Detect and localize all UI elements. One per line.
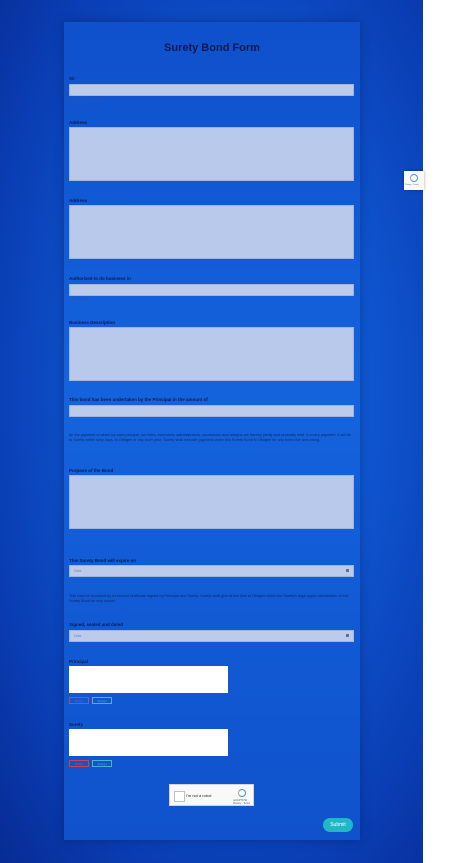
renewal-paragraph: This may be accepted by a renewal certif… (69, 594, 349, 603)
field-label-business-description: Business Description (69, 320, 116, 325)
calendar-icon[interactable] (346, 569, 349, 572)
recaptcha-logo-icon (410, 174, 418, 182)
recaptcha-badge[interactable]: Privacy - Terms (404, 171, 424, 190)
field-label-authorized: Authorized to do business in (69, 276, 131, 281)
signed-date-placeholder: Date (74, 634, 82, 638)
authorized-input[interactable] (69, 284, 354, 296)
field-label-address-1: Address (69, 120, 88, 125)
recaptcha-logo-icon (238, 789, 246, 797)
address-2-textarea[interactable] (69, 205, 354, 259)
recaptcha-badge-footer: Privacy - Terms (405, 184, 419, 186)
recaptcha-footer: reCAPTCHA Privacy - Terms (233, 799, 251, 805)
surety-signature-pad[interactable] (69, 729, 228, 756)
submit-button[interactable]: Submit (323, 818, 353, 832)
sir-input[interactable] (69, 84, 354, 96)
address-1-textarea[interactable] (69, 127, 354, 181)
principal-signature-pad[interactable] (69, 666, 228, 693)
expiry-date-input[interactable]: Date (69, 565, 354, 577)
recaptcha-label: I'm not a robot (186, 793, 212, 798)
principal-label: Principal (69, 659, 89, 664)
purpose-textarea[interactable] (69, 475, 354, 529)
authorized-sublabel: State/Country (69, 297, 91, 301)
amount-input[interactable] (69, 405, 354, 417)
principal-accept-button[interactable]: Accept (92, 697, 112, 704)
sir-sublabel: Surety Company Name (69, 98, 106, 102)
field-label-amount: This bond has been undertaken by the Pri… (69, 397, 208, 402)
recaptcha-checkbox[interactable] (174, 791, 185, 802)
field-label-expiry: This Surety Bond will expire on (69, 558, 137, 563)
recaptcha-widget: I'm not a robot reCAPTCHA Privacy - Term… (169, 784, 254, 806)
business-description-textarea[interactable] (69, 327, 354, 381)
field-label-purpose: Purpose of the Bond (69, 468, 114, 473)
signed-date-input[interactable]: Date (69, 630, 354, 642)
surety-accept-button[interactable]: Accept (92, 760, 112, 767)
page-right-margin (423, 0, 474, 863)
expiry-date-placeholder: Date (74, 569, 82, 573)
surety-label: Surety (69, 722, 84, 727)
form-title: Surety Bond Form (164, 42, 260, 54)
principal-reset-button[interactable]: Reset (69, 697, 89, 704)
payment-paragraph: for the payment of which by said princip… (69, 433, 351, 442)
calendar-icon[interactable] (346, 634, 349, 637)
field-label-address-2: Address (69, 198, 88, 203)
surety-reset-button[interactable]: Reset (69, 760, 89, 767)
field-label-signed: Signed, sealed and dated (69, 622, 124, 627)
field-label-sir: Sir (69, 76, 76, 81)
